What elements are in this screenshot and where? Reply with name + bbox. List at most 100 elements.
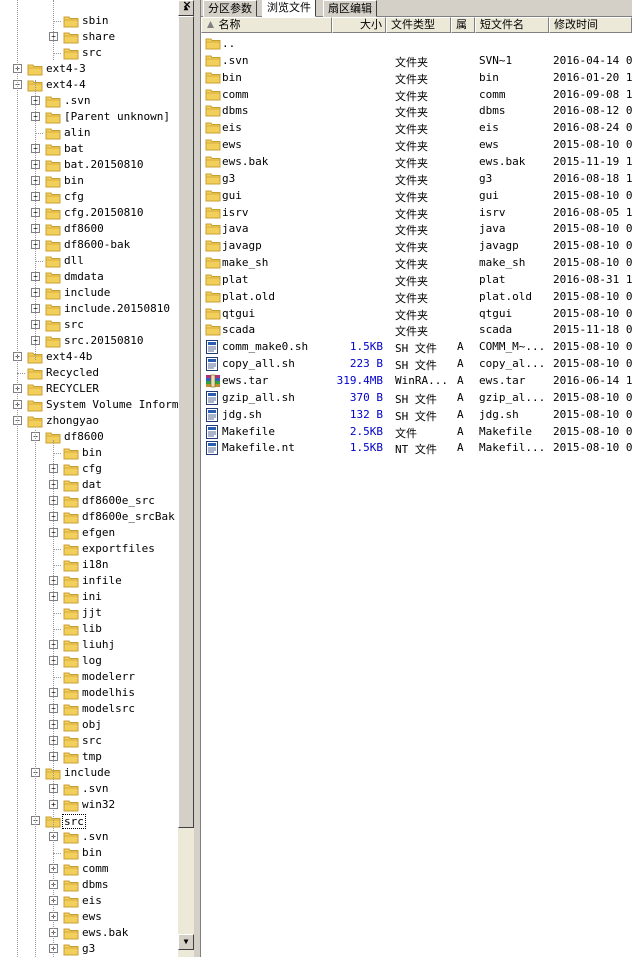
tree-node[interactable]: − ext4-4 xyxy=(0,77,178,93)
tree-node[interactable]: + df8600e_srcBak xyxy=(0,509,178,525)
tree-node[interactable]: + RECYCLER xyxy=(0,381,178,397)
tree-node[interactable]: + dbms xyxy=(0,877,178,893)
tree-node[interactable]: + cfg xyxy=(0,461,178,477)
tree-node[interactable]: + df8600-bak xyxy=(0,237,178,253)
col-name[interactable]: 名称 xyxy=(201,17,332,33)
tree-node[interactable]: + modelsrc xyxy=(0,701,178,717)
col-attr[interactable]: 属 xyxy=(451,17,475,33)
pane-splitter[interactable] xyxy=(194,0,201,957)
close-icon[interactable]: × xyxy=(180,0,194,10)
tab-sector-edit[interactable]: 扇区编辑 xyxy=(323,0,377,17)
tree-node[interactable]: + comm xyxy=(0,861,178,877)
tree-node[interactable]: + eis xyxy=(0,893,178,909)
file-row[interactable]: plat.old 文件夹 plat.old 2015-08-10 09 xyxy=(201,288,632,305)
tree-node[interactable]: src xyxy=(0,45,178,61)
file-row[interactable]: Makefile 2.5KB 文件 A Makefile 2015-08-10 09 xyxy=(201,423,632,440)
file-row[interactable]: jdg.sh 132 B SH 文件 Ajdg.sh 2015-08-10 09 xyxy=(201,406,632,423)
tree-node[interactable]: + cfg.20150810 xyxy=(0,205,178,221)
tree-node[interactable]: dll xyxy=(0,253,178,269)
tree-node[interactable]: exportfiles xyxy=(0,541,178,557)
file-row[interactable]: make_sh 文件夹 make_sh 2015-08-10 09 xyxy=(201,254,632,271)
file-row[interactable]: plat 文件夹 plat 2016-08-31 10 xyxy=(201,271,632,288)
file-row[interactable]: .. xyxy=(201,35,632,52)
tab-partition-params[interactable]: 分区参数 xyxy=(203,0,257,17)
tree-node[interactable]: bin xyxy=(0,445,178,461)
col-type[interactable]: 文件类型 xyxy=(386,17,451,33)
tree-node[interactable]: + include xyxy=(0,285,178,301)
tree-node[interactable]: + ext4-4b xyxy=(0,349,178,365)
tree-node[interactable]: + ews xyxy=(0,909,178,925)
scroll-thumb[interactable] xyxy=(178,16,194,828)
tree-node[interactable]: + src xyxy=(0,317,178,333)
file-row[interactable]: isrv 文件夹 isrv 2016-08-05 17 xyxy=(201,204,632,221)
tree-node[interactable]: + dat xyxy=(0,477,178,493)
tree-node[interactable]: + g3 xyxy=(0,941,178,957)
file-row[interactable]: ews.tar 319.4MB WinRA... Aews.tar 2016-06-14… xyxy=(201,372,632,389)
tree-node[interactable]: + win32 xyxy=(0,797,178,813)
tree-node[interactable]: + obj xyxy=(0,717,178,733)
tree-node[interactable]: +System Volume Information xyxy=(0,397,178,413)
tree-node[interactable]: + log xyxy=(0,653,178,669)
file-row[interactable]: copy_all.sh 223 B SH 文件 Acopy_al... 2015-08-… xyxy=(201,355,632,372)
tree-node[interactable]: sbin xyxy=(0,13,178,29)
tree-node[interactable]: + bat.20150810 xyxy=(0,157,178,173)
col-size[interactable]: 大小 xyxy=(332,17,386,33)
tree-node[interactable]: + infile xyxy=(0,573,178,589)
file-row[interactable]: gui 文件夹 gui 2015-08-10 09 xyxy=(201,187,632,204)
file-row[interactable]: scada 文件夹 scada 2015-11-18 00 xyxy=(201,321,632,338)
scroll-down-button[interactable]: ▼ xyxy=(178,934,194,950)
tree-node[interactable]: lib xyxy=(0,621,178,637)
tree-node[interactable]: + src.20150810 xyxy=(0,333,178,349)
tree-node[interactable]: + bin xyxy=(0,173,178,189)
file-row[interactable]: eis 文件夹 eis 2016-08-24 08 xyxy=(201,119,632,136)
file-row[interactable]: Makefile.nt 1.5KB NT 文件 A Makefil... 2015-08-… xyxy=(201,439,632,456)
tree-node[interactable]: + ews.bak xyxy=(0,925,178,941)
tree-node[interactable]: + src xyxy=(0,733,178,749)
col-modified[interactable]: 修改时间 xyxy=(549,17,632,33)
tab-browse-files[interactable]: 浏览文件 xyxy=(262,0,316,17)
tree-node[interactable]: + dmdata xyxy=(0,269,178,285)
tree-node[interactable]: + bat xyxy=(0,141,178,157)
tree-node[interactable]: + .svn xyxy=(0,829,178,845)
tree-node[interactable]: alin xyxy=(0,125,178,141)
tree-node[interactable]: + modelhis xyxy=(0,685,178,701)
file-row[interactable]: ews 文件夹 ews 2015-08-10 09 xyxy=(201,136,632,153)
tree-node[interactable]: jjt xyxy=(0,605,178,621)
tree-node[interactable]: + liuhj xyxy=(0,637,178,653)
tree-node[interactable]: + efgen xyxy=(0,525,178,541)
tree-scrollbar[interactable]: ▲ ▼ xyxy=(178,0,194,957)
tree-node[interactable]: + cfg xyxy=(0,189,178,205)
file-row[interactable]: ews.bak 文件夹 ews.bak 2015-11-19 16 xyxy=(201,153,632,170)
tree-node[interactable]: + .svn xyxy=(0,781,178,797)
file-row[interactable]: dbms 文件夹 dbms 2016-08-12 08 xyxy=(201,102,632,119)
file-row[interactable]: .svn 文件夹 SVN~1 2016-04-14 09 xyxy=(201,52,632,69)
tree-node[interactable]: + include.20150810 xyxy=(0,301,178,317)
file-row[interactable]: bin 文件夹 bin 2016-01-20 13 xyxy=(201,69,632,86)
file-row[interactable]: comm 文件夹 comm 2016-09-08 11 xyxy=(201,86,632,103)
tree-node[interactable]: − zhongyao xyxy=(0,413,178,429)
col-short-name[interactable]: 短文件名 xyxy=(475,17,549,33)
file-row[interactable]: comm_make0.sh 1.5KB SH 文件 A COMM_M~... 2015-0… xyxy=(201,338,632,355)
tree-node[interactable]: − src xyxy=(0,813,178,829)
file-row[interactable]: qtgui 文件夹 qtgui 2015-08-10 09 xyxy=(201,305,632,322)
tree-node[interactable]: + .svn xyxy=(0,93,178,109)
file-row[interactable]: gzip_all.sh 370 B SH 文件 Agzip_al... 2015-08-… xyxy=(201,389,632,406)
tree-node[interactable]: + share xyxy=(0,29,178,45)
expand-icon[interactable]: + xyxy=(49,800,58,809)
tree-node[interactable]: + ext4-3 xyxy=(0,61,178,77)
file-row[interactable]: g3 文件夹 g3 2016-08-18 14 xyxy=(201,170,632,187)
tree-node[interactable]: + ini xyxy=(0,589,178,605)
tree-node[interactable]: + df8600 xyxy=(0,221,178,237)
file-row[interactable]: javagp 文件夹 javagp 2015-08-10 09 xyxy=(201,237,632,254)
tree-node[interactable]: − df8600 xyxy=(0,429,178,445)
tree-node[interactable]: bin xyxy=(0,845,178,861)
tree-node[interactable]: + tmp xyxy=(0,749,178,765)
tree-node[interactable]: modelerr xyxy=(0,669,178,685)
tree-node[interactable]: − include xyxy=(0,765,178,781)
tree-node[interactable]: + [Parent unknown] xyxy=(0,109,178,125)
file-row[interactable]: java 文件夹 java 2015-08-10 09 xyxy=(201,220,632,237)
folder-tree[interactable]: sbin + share src + ext4-3− ext4-4 + .svn + [Parent… xyxy=(0,0,178,957)
tree-node[interactable]: i18n xyxy=(0,557,178,573)
tree-node[interactable]: + df8600e_src xyxy=(0,493,178,509)
tree-node[interactable]: Recycled xyxy=(0,365,178,381)
